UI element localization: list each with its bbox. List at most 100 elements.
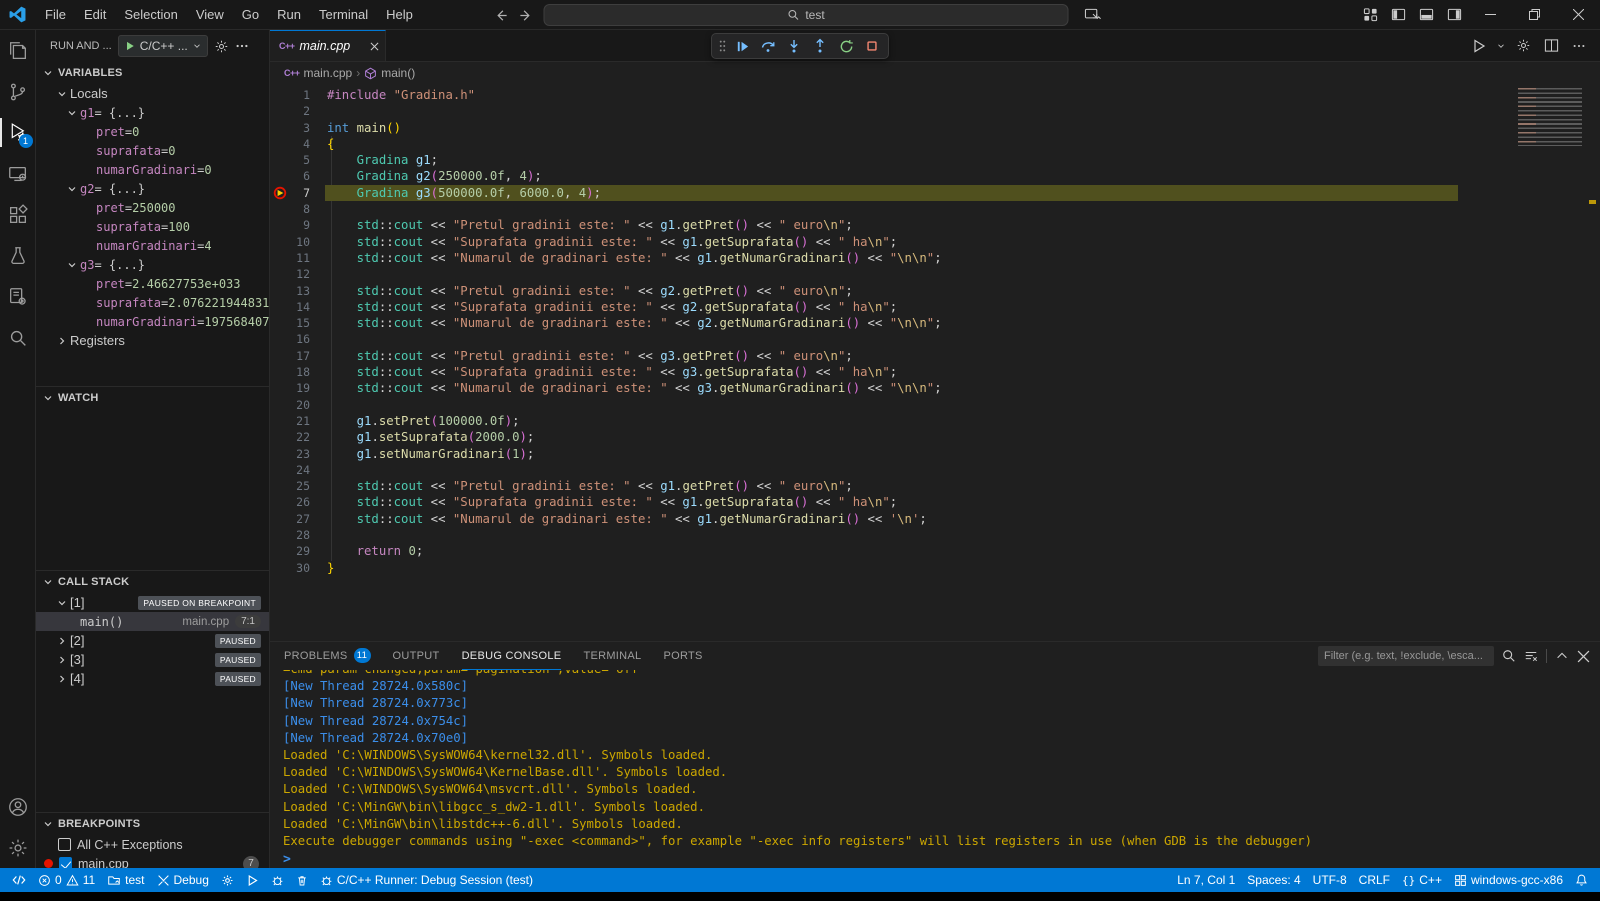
- tab-main-cpp[interactable]: C++ main.cpp: [270, 30, 386, 61]
- menu-edit[interactable]: Edit: [75, 0, 115, 30]
- menu-view[interactable]: View: [187, 0, 233, 30]
- code-line-7[interactable]: 7 Gradina g3(500000.0f, 6000.0, 4);: [270, 185, 1600, 201]
- exceptions-checkbox[interactable]: [58, 838, 71, 851]
- stop-button[interactable]: [860, 35, 884, 57]
- runner-debug-icon[interactable]: [265, 868, 290, 892]
- call-stack-frame[interactable]: [4]PAUSED: [36, 669, 269, 688]
- code-line-27[interactable]: 27 std::cout << "Numarul de gradinari es…: [270, 511, 1600, 527]
- code-line-24[interactable]: 24: [270, 462, 1600, 478]
- restore-button[interactable]: [1512, 0, 1556, 30]
- code-line-19[interactable]: 19 std::cout << "Numarul de gradinari es…: [270, 380, 1600, 396]
- variable-row[interactable]: suprafata = 0: [36, 141, 269, 160]
- encoding[interactable]: UTF-8: [1307, 868, 1353, 892]
- variable-row[interactable]: suprafata = 2.0762219448315872…: [36, 293, 269, 312]
- code-line-8[interactable]: 8: [270, 201, 1600, 217]
- panel-tab-terminal[interactable]: TERMINAL: [583, 642, 641, 670]
- step-into-button[interactable]: [782, 35, 806, 57]
- panel-tab-ports[interactable]: PORTS: [663, 642, 702, 670]
- code-line-26[interactable]: 26 std::cout << "Suprafata gradinii este…: [270, 494, 1600, 510]
- code-line-21[interactable]: 21 g1.setPret(100000.0f);: [270, 413, 1600, 429]
- call-stack-frame[interactable]: [2]PAUSED: [36, 631, 269, 650]
- nav-forward-icon[interactable]: [519, 8, 534, 23]
- runner-clean-icon[interactable]: [290, 868, 314, 892]
- code-line-28[interactable]: 28: [270, 527, 1600, 543]
- code-line-11[interactable]: 11 std::cout << "Numarul de gradinari es…: [270, 250, 1600, 266]
- launch-config-dropdown[interactable]: C/C++ ...: [118, 35, 208, 57]
- remote-explorer-icon[interactable]: [0, 153, 36, 194]
- variable-row[interactable]: numarGradinari = 0: [36, 160, 269, 179]
- code-line-22[interactable]: 22 g1.setSuprafata(2000.0);: [270, 429, 1600, 445]
- code-line-16[interactable]: 16: [270, 331, 1600, 347]
- variable-group-row[interactable]: g1 = {...}: [36, 103, 269, 122]
- watch-section-header[interactable]: WATCH: [36, 387, 269, 409]
- code-line-6[interactable]: 6 Gradina g2(250000.0f, 4);: [270, 168, 1600, 184]
- runner-settings-icon[interactable]: [0, 276, 36, 317]
- menu-run[interactable]: Run: [268, 0, 310, 30]
- panel-tab-output[interactable]: OUTPUT: [393, 642, 440, 670]
- minimap[interactable]: [1518, 88, 1582, 146]
- open-remote-window-icon[interactable]: [1079, 0, 1107, 30]
- clear-console-icon[interactable]: [1524, 649, 1538, 663]
- code-line-15[interactable]: 15 std::cout << "Numarul de gradinari es…: [270, 315, 1600, 331]
- call-stack-section-header[interactable]: CALL STACK: [36, 571, 269, 593]
- restart-button[interactable]: [834, 35, 858, 57]
- editor-more-actions-icon[interactable]: [1566, 33, 1592, 59]
- runner-mode[interactable]: Debug: [151, 868, 215, 892]
- customize-layout-icon[interactable]: [1356, 0, 1384, 30]
- breakpoint-file-row[interactable]: main.cpp 7: [36, 854, 269, 868]
- variable-row[interactable]: suprafata = 100: [36, 217, 269, 236]
- breakpoints-section-header[interactable]: BREAKPOINTS: [36, 813, 269, 835]
- debug-console-input[interactable]: >: [270, 850, 1600, 868]
- code-line-9[interactable]: 9 std::cout << "Pretul gradinii este: " …: [270, 217, 1600, 233]
- code-line-30[interactable]: 30}: [270, 560, 1600, 576]
- run-and-debug-icon[interactable]: 1: [0, 112, 36, 153]
- close-button[interactable]: [1556, 0, 1600, 30]
- notifications-bell-icon[interactable]: [1569, 868, 1594, 892]
- remote-indicator[interactable]: [6, 868, 32, 892]
- menu-help[interactable]: Help: [377, 0, 422, 30]
- code-line-20[interactable]: 20: [270, 397, 1600, 413]
- run-cpp-icon[interactable]: [1466, 33, 1492, 59]
- tab-close-icon[interactable]: [370, 42, 379, 51]
- variable-row[interactable]: numarGradinari = 4: [36, 236, 269, 255]
- nav-back-icon[interactable]: [494, 8, 509, 23]
- call-stack-function-row[interactable]: main()main.cpp7:1: [36, 612, 269, 631]
- cursor-position[interactable]: Ln 7, Col 1: [1171, 868, 1241, 892]
- problems-status[interactable]: 0 11: [32, 868, 101, 892]
- code-line-17[interactable]: 17 std::cout << "Pretul gradinii este: "…: [270, 348, 1600, 364]
- editor-settings-icon[interactable]: [1510, 33, 1536, 59]
- source-control-icon[interactable]: [0, 71, 36, 112]
- panel-tab-problems[interactable]: PROBLEMS11: [284, 642, 371, 670]
- runner-build-gear-icon[interactable]: [215, 868, 240, 892]
- console-search-icon[interactable]: [1502, 649, 1516, 663]
- menu-selection[interactable]: Selection: [115, 0, 186, 30]
- code-editor[interactable]: 1#include "Gradina.h"23int main()4{5 Gra…: [270, 84, 1600, 641]
- code-line-2[interactable]: 2: [270, 103, 1600, 119]
- split-editor-icon[interactable]: [1538, 33, 1564, 59]
- minimize-button[interactable]: [1468, 0, 1512, 30]
- code-line-3[interactable]: 3int main(): [270, 120, 1600, 136]
- code-line-23[interactable]: 23 g1.setNumarGradinari(1);: [270, 446, 1600, 462]
- search-icon[interactable]: [0, 317, 36, 358]
- menu-go[interactable]: Go: [233, 0, 268, 30]
- breakpoint-checkbox[interactable]: [59, 857, 72, 868]
- accounts-icon[interactable]: [0, 786, 36, 827]
- code-line-10[interactable]: 10 std::cout << "Suprafata gradinii este…: [270, 234, 1600, 250]
- code-line-5[interactable]: 5 Gradina g1;: [270, 152, 1600, 168]
- runner-target[interactable]: test: [101, 868, 150, 892]
- variables-section-header[interactable]: VARIABLES: [36, 62, 269, 84]
- console-filter-input[interactable]: Filter (e.g. text, !exclude, \esca...: [1318, 646, 1494, 666]
- call-stack-frame[interactable]: [3]PAUSED: [36, 650, 269, 669]
- code-line-13[interactable]: 13 std::cout << "Pretul gradinii este: "…: [270, 283, 1600, 299]
- menu-file[interactable]: File: [36, 0, 75, 30]
- step-out-button[interactable]: [808, 35, 832, 57]
- call-stack-frame[interactable]: [1]PAUSED ON BREAKPOINT: [36, 593, 269, 612]
- breakpoint-exceptions-row[interactable]: All C++ Exceptions: [36, 835, 269, 854]
- variable-group-row[interactable]: g3 = {...}: [36, 255, 269, 274]
- step-over-button[interactable]: [756, 35, 780, 57]
- toggle-panel-icon[interactable]: [1412, 0, 1440, 30]
- code-line-18[interactable]: 18 std::cout << "Suprafata gradinii este…: [270, 364, 1600, 380]
- eol-sequence[interactable]: CRLF: [1353, 868, 1396, 892]
- compiler-status[interactable]: windows-gcc-x86: [1448, 868, 1569, 892]
- command-center-search[interactable]: test: [544, 4, 1069, 26]
